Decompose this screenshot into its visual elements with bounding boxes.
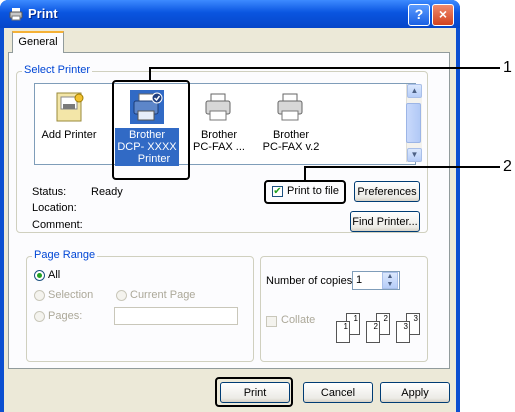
callout-number: 2 (503, 158, 512, 175)
tab-general[interactable]: General (12, 31, 64, 53)
callout-number: 1 (503, 59, 512, 76)
callout-lines (149, 67, 500, 181)
